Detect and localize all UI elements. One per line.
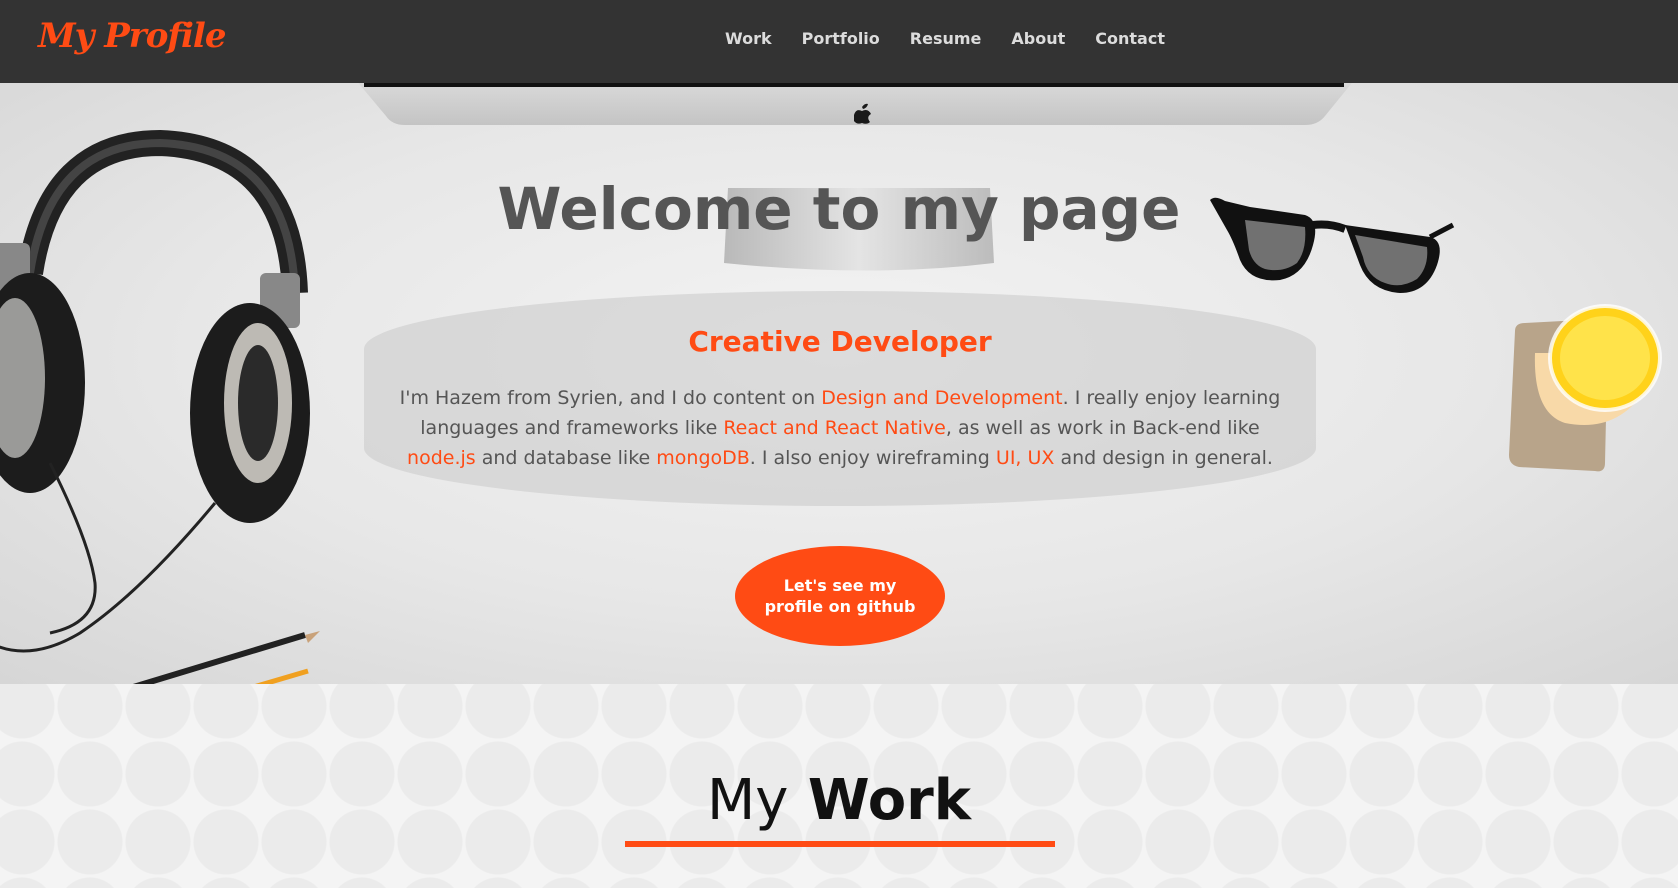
juice-glass-icon bbox=[1509, 304, 1662, 472]
work-title-underline bbox=[625, 841, 1055, 847]
highlight-ui-ux: UI, UX bbox=[995, 447, 1055, 469]
nav-link-resume[interactable]: Resume bbox=[910, 29, 982, 48]
site-logo[interactable]: My Profile bbox=[38, 16, 226, 56]
intro-card: Creative Developer I'm Hazem from Syrien… bbox=[364, 291, 1316, 506]
work-title: My Work bbox=[706, 768, 972, 833]
highlight-design: Design and Development bbox=[821, 387, 1063, 409]
hero-title: Welcome to my page bbox=[497, 175, 1181, 243]
work-section: My Work bbox=[0, 684, 1678, 888]
apple-logo-icon bbox=[854, 103, 871, 124]
highlight-mongodb: mongoDB bbox=[656, 447, 750, 469]
highlight-react: React and React Native bbox=[723, 417, 946, 439]
nav-link-about[interactable]: About bbox=[1011, 29, 1065, 48]
intro-text: I'm Hazem from Syrien, and I do content … bbox=[399, 387, 1281, 469]
nav-link-contact[interactable]: Contact bbox=[1095, 29, 1165, 48]
intro-heading: Creative Developer bbox=[688, 325, 992, 358]
hero-section: Welcome to my page Creative Developer I'… bbox=[0, 83, 1678, 684]
nav-link-portfolio[interactable]: Portfolio bbox=[802, 29, 880, 48]
navbar: My Profile Work Portfolio Resume About C… bbox=[0, 0, 1678, 83]
nav-link-work[interactable]: Work bbox=[725, 29, 772, 48]
nav-links: Work Portfolio Resume About Contact bbox=[725, 0, 1195, 76]
highlight-node: node.js bbox=[407, 447, 476, 469]
github-profile-button[interactable]: Let's see my profile on github bbox=[735, 546, 945, 646]
pencil-icon bbox=[132, 631, 320, 684]
